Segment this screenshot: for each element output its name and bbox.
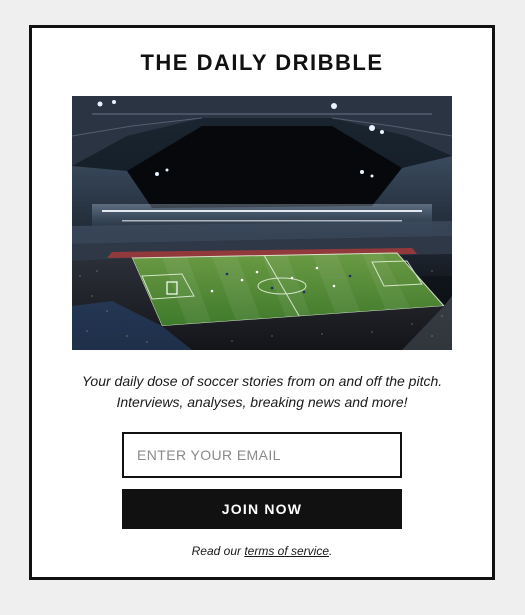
- stadium-photo: [72, 96, 452, 350]
- terms-of-service-link[interactable]: terms of service: [244, 544, 329, 558]
- terms-prefix: Read our: [191, 544, 245, 558]
- newsletter-card: THE DAILY DRIBBLE Your daily dose of soc…: [29, 25, 495, 580]
- stadium-illustration: [72, 96, 452, 350]
- terms-notice: Read our terms of service.: [32, 543, 492, 559]
- email-input[interactable]: [122, 432, 402, 478]
- newsletter-title: THE DAILY DRIBBLE: [140, 50, 384, 75]
- tagline-line-1: Your daily dose of soccer stories from o…: [81, 373, 443, 389]
- terms-suffix: .: [329, 544, 333, 558]
- newsletter-description: Your daily dose of soccer stories from o…: [42, 371, 482, 413]
- join-now-button[interactable]: JOIN NOW: [122, 489, 402, 529]
- tagline-line-2: Interviews, analyses, breaking news and …: [116, 394, 408, 410]
